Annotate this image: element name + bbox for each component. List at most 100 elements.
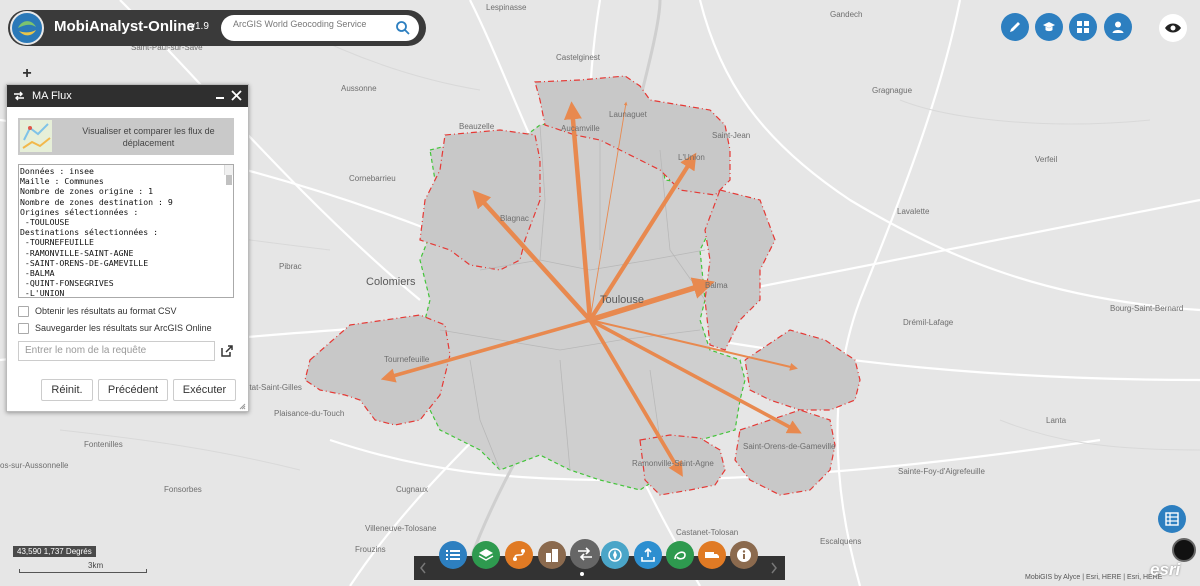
panel-title: MA Flux [32,90,72,102]
banner-text: Visualiser et comparer les flux de dépla… [82,126,215,148]
previous-button[interactable]: Précédent [98,379,168,401]
scale-bar [19,569,147,573]
panel-header[interactable]: MA Flux [7,85,248,107]
close-icon[interactable] [231,90,242,101]
upload-icon [641,547,655,562]
place-label: Plaisance-du-Touch [274,409,345,418]
place-label: Fonsorbes [164,485,202,494]
place-label: L'Union [678,153,705,162]
apps-button[interactable] [1069,13,1097,41]
query-name-input[interactable]: Entrer le nom de la requête [18,341,215,361]
place-label: Blagnac [500,214,529,223]
upload-tool-button[interactable] [634,541,662,569]
place-label: Toulouse [600,294,645,306]
place-label: Gragnague [872,86,913,95]
truck-tool-button[interactable] [698,541,726,569]
place-label: Frouzins [355,545,386,554]
graduation-cap-icon [1043,22,1055,32]
info-line: -QUINT-FONSEGRIVES [20,278,114,289]
scrollbar-thumb[interactable] [226,175,232,186]
ring-tool-button[interactable] [666,541,694,569]
app-logo-icon[interactable] [10,11,44,45]
place-label: Escalquens [820,537,862,546]
layers-tool-button[interactable] [472,541,500,569]
place-label: Launaguet [609,110,647,119]
place-label: Lavalette [897,207,930,216]
place-label: Sainte-Foy-d'Aigrefeuille [898,467,985,476]
grid-icon [1077,21,1089,33]
execute-button[interactable]: Exécuter [173,379,236,401]
app-header: MobiAnalyst-Online v1.9 ArcGIS World Geo… [8,10,426,46]
esri-logo: esri [1150,560,1181,579]
save-checkbox[interactable] [18,323,29,335]
swap-arrows-icon [14,91,24,101]
search-icon[interactable] [393,18,413,38]
place-label: Aussonne [341,84,377,93]
visibility-button[interactable] [1159,14,1187,42]
info-icon [737,548,751,562]
external-link-icon[interactable] [221,345,233,357]
info-line: Nombre de zones origine : 1 [20,186,154,197]
place-label: os-sur-Aussonnelle [0,461,69,470]
compass-tool-button[interactable] [601,541,629,569]
list-tool-button[interactable] [439,541,467,569]
place-label: Cornebarrieu [349,174,396,183]
info-scrollbar[interactable] [224,165,233,186]
info-line: -RAMONVILLE-SAINT-AGNE [20,247,134,258]
app-title: MobiAnalyst-Online [54,18,195,35]
list-icon [446,550,460,560]
csv-checkbox[interactable] [18,306,29,318]
place-label: Saint-Orens-de-Gameville [743,442,836,451]
info-textarea[interactable]: Données : insee Maille : Communes Nombre… [18,164,234,298]
search-input[interactable]: ArcGIS World Geocoding Service [221,15,419,41]
info-line: Nombre de zones destination : 9 [20,196,173,207]
info-line: -L'UNION [20,288,65,298]
place-label: Colomiers [366,276,416,288]
buildings-icon [546,549,558,562]
attribute-table-button[interactable] [1158,505,1186,533]
ring-icon [674,551,686,560]
place-label: Ramonville-Saint-Agne [632,459,714,468]
reset-button[interactable]: Réinit. [41,379,93,401]
resize-handle-icon[interactable] [239,403,246,410]
place-label: Balma [705,281,728,290]
place-label: Beauzelle [459,122,495,131]
buildings-tool-button[interactable] [538,541,566,569]
user-button[interactable] [1104,13,1132,41]
place-label: Villeneuve-Tolosane [365,524,437,533]
info-line: Destinations sélectionnées : [20,227,159,238]
compass-icon [608,548,622,562]
scale-label: 3km [88,561,104,570]
user-icon [1112,21,1124,33]
edit-button[interactable] [1001,13,1029,41]
save-label: Sauvegarder les résultats sur ArcGIS Onl… [35,323,212,333]
chevron-left-icon[interactable] [419,562,427,574]
chevron-right-icon[interactable] [770,562,778,574]
info-line: -SAINT-ORENS-DE-GAMEVILLE [20,257,149,268]
eye-icon [1165,23,1181,33]
edit-icon [1010,22,1020,32]
save-checkbox-row[interactable]: Sauvegarder les résultats sur ArcGIS Onl… [18,323,212,335]
info-line: Données : insee [20,166,94,176]
map-attribution: MobiGIS by Alyce | Esri, HERE | Esri, HE… [1025,574,1163,581]
info-tool-button[interactable] [730,541,758,569]
place-label: Pibrac [279,262,302,271]
zoom-in-button[interactable]: + [17,66,37,84]
place-label: Drémil-Lafage [903,318,954,327]
csv-label: Obtenir les résultats au format CSV [35,306,177,316]
app-version: v1.9 [190,21,209,32]
info-line: -TOURNEFEUILLE [20,237,94,248]
map-thumbnail-icon [20,120,52,152]
training-button[interactable] [1035,13,1063,41]
route-icon [513,549,525,561]
flux-tool-button[interactable] [570,539,600,569]
place-label: Fontenilles [84,440,123,449]
route-tool-button[interactable] [505,541,533,569]
truck-icon [705,552,719,558]
minimize-icon[interactable] [215,90,225,102]
place-label: Castelginest [556,53,601,62]
flux-panel: MA Flux Visualiser et comparer les flux … [6,84,249,412]
overview-map-button[interactable] [1172,538,1196,562]
place-label: Saint-Jean [712,131,751,140]
csv-checkbox-row[interactable]: Obtenir les résultats au format CSV [18,306,177,318]
